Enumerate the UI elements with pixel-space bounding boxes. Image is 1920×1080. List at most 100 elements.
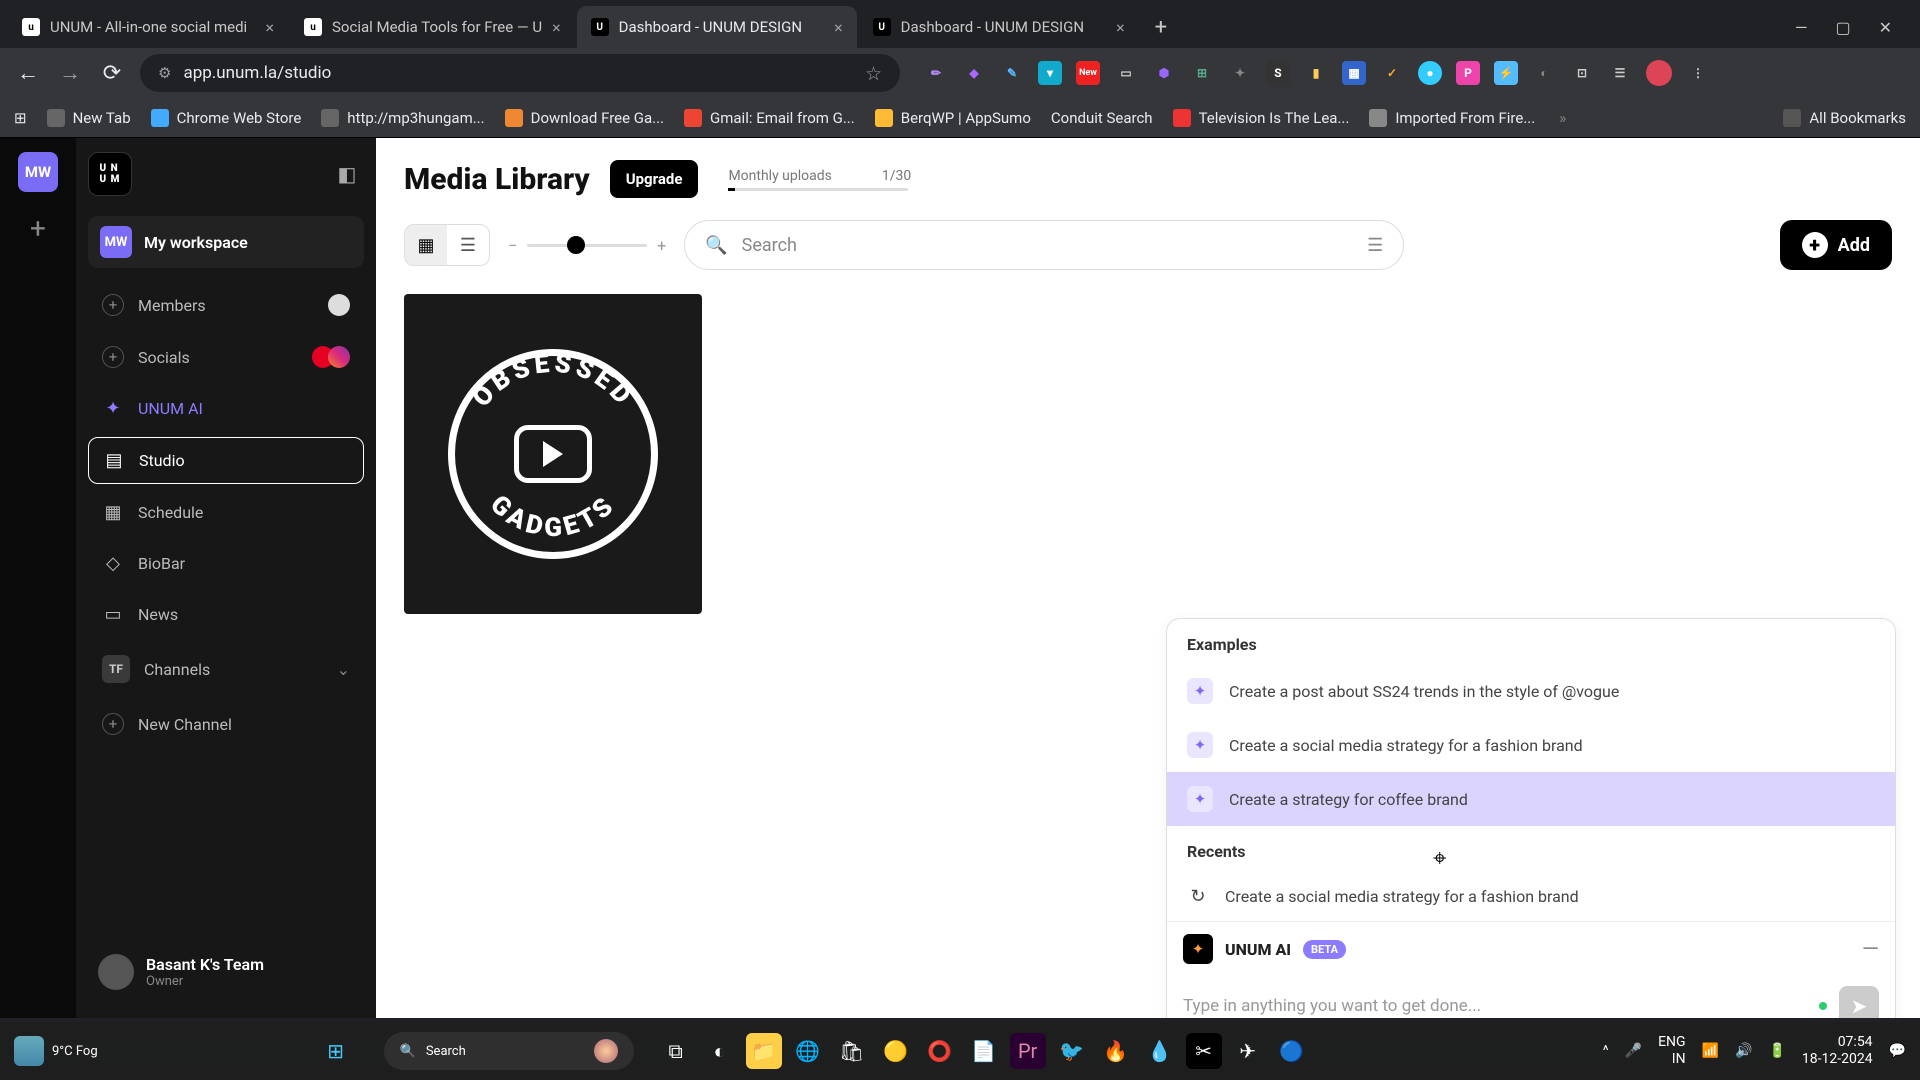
notifications-icon[interactable]: 💬: [1889, 1043, 1906, 1059]
tab-social-tools[interactable]: uSocial Media Tools for Free — U×: [290, 6, 575, 48]
app-icon[interactable]: 💧: [1142, 1033, 1178, 1069]
extension-icon[interactable]: P: [1456, 61, 1480, 85]
extension-icon[interactable]: ⬢: [1152, 61, 1176, 85]
microphone-icon[interactable]: 🎤: [1625, 1043, 1642, 1059]
bookmarks-overflow-icon[interactable]: »: [1559, 109, 1566, 127]
bookmark-item[interactable]: http://mp3hungam...: [321, 109, 484, 127]
bookmark-item[interactable]: Conduit Search: [1051, 109, 1153, 127]
tab-dashboard-active[interactable]: UDashboard - UNUM DESIGN×: [577, 6, 857, 48]
ai-example-item[interactable]: ✦Create a social media strategy for a fa…: [1167, 718, 1895, 772]
sidebar-item-schedule[interactable]: ▦ Schedule: [88, 490, 364, 535]
search-input[interactable]: 🔍 Search ☰: [684, 220, 1404, 270]
upgrade-button[interactable]: Upgrade: [610, 160, 699, 198]
task-view-icon[interactable]: ⧉: [658, 1033, 694, 1069]
team-footer[interactable]: Basant K's Team Owner: [88, 940, 364, 1004]
sidebar-item-members[interactable]: + Members: [88, 282, 364, 328]
sidebar-item-channels[interactable]: TF Channels ⌄: [88, 643, 364, 695]
url-input[interactable]: ⚙ app.unum.la/studio ☆: [140, 54, 900, 92]
battery-icon[interactable]: 🔋: [1768, 1043, 1785, 1059]
ai-input[interactable]: Type in anything you want to get done...: [1183, 996, 1807, 1016]
minimize-icon[interactable]: —: [1862, 937, 1879, 962]
extension-icon[interactable]: ✦: [1228, 61, 1252, 85]
notepad-icon[interactable]: 📄: [966, 1033, 1002, 1069]
reading-list-icon[interactable]: ☰: [1608, 61, 1632, 85]
new-tab-button[interactable]: +: [1141, 15, 1181, 40]
zoom-slider[interactable]: − +: [508, 236, 666, 255]
minimize-icon[interactable]: —: [1795, 18, 1808, 37]
chrome-icon[interactable]: 🔵: [1274, 1033, 1310, 1069]
collapse-sidebar-icon[interactable]: ◧: [330, 157, 364, 191]
edge-icon[interactable]: 🌐: [790, 1033, 826, 1069]
extension-icon[interactable]: ●: [1418, 61, 1442, 85]
wifi-icon[interactable]: 📶: [1702, 1043, 1719, 1059]
bookmark-item[interactable]: New Tab: [47, 109, 131, 127]
extension-icon[interactable]: ⊞: [1190, 61, 1214, 85]
send-button[interactable]: ➤: [1839, 986, 1879, 1018]
bookmark-item[interactable]: BerqWP | AppSumo: [875, 109, 1031, 127]
menu-icon[interactable]: ⋮: [1686, 61, 1710, 85]
zoom-thumb[interactable]: [567, 236, 585, 254]
maximize-icon[interactable]: ▢: [1835, 18, 1850, 37]
app-icon[interactable]: 🐦: [1054, 1033, 1090, 1069]
tab-unum-site[interactable]: uUNUM - All-in-one social medi×: [8, 6, 288, 48]
sidebar-item-unum-ai[interactable]: ✦ UNUM AI: [88, 386, 364, 431]
extension-icon[interactable]: ✏: [924, 61, 948, 85]
site-settings-icon[interactable]: ⚙: [158, 64, 171, 82]
sidebar-item-biobar[interactable]: ◇ BioBar: [88, 541, 364, 586]
bookmark-item[interactable]: Television Is The Lea...: [1173, 109, 1350, 127]
sidebar-item-studio[interactable]: ▤ Studio: [88, 437, 364, 484]
taskbar-search[interactable]: 🔍 Search: [384, 1032, 634, 1070]
all-bookmarks[interactable]: All Bookmarks: [1783, 109, 1906, 127]
extension-icon[interactable]: ▭: [1114, 61, 1138, 85]
unum-logo[interactable]: U NU M: [88, 152, 132, 196]
chrome-icon[interactable]: 🟡: [878, 1033, 914, 1069]
extension-icon[interactable]: ✓: [1380, 61, 1404, 85]
profile-avatar[interactable]: [1646, 60, 1672, 86]
bookmark-item[interactable]: Chrome Web Store: [151, 109, 302, 127]
start-button[interactable]: ⊞: [318, 1033, 354, 1069]
sidebar-item-socials[interactable]: + Socials: [88, 334, 364, 380]
bookmark-item[interactable]: Gmail: Email from G...: [684, 109, 855, 127]
add-workspace-button[interactable]: +: [30, 212, 46, 245]
extension-icon[interactable]: ▮: [1304, 61, 1328, 85]
list-view-button[interactable]: ☰: [447, 225, 489, 265]
clock[interactable]: 07:54 18-12-2024: [1802, 1034, 1873, 1068]
sidebar-item-new-channel[interactable]: + New Channel: [88, 701, 364, 747]
app-icon[interactable]: 🔥: [1098, 1033, 1134, 1069]
explorer-icon[interactable]: 📁: [746, 1033, 782, 1069]
close-icon[interactable]: ×: [552, 18, 561, 37]
bookmark-item[interactable]: Download Free Ga...: [505, 109, 664, 127]
premiere-icon[interactable]: Pr: [1010, 1033, 1046, 1069]
bookmark-star-icon[interactable]: ☆: [865, 62, 882, 85]
store-icon[interactable]: 🛍: [834, 1033, 870, 1069]
close-icon[interactable]: ×: [834, 18, 843, 37]
tray-chevron-icon[interactable]: ^: [1603, 1043, 1609, 1059]
volume-icon[interactable]: 🔊: [1735, 1043, 1752, 1059]
extension-icon[interactable]: S: [1266, 61, 1290, 85]
extension-icon[interactable]: ▾: [1038, 61, 1062, 85]
zoom-out-icon[interactable]: −: [508, 236, 517, 255]
zoom-in-icon[interactable]: +: [657, 236, 666, 255]
extension-icon[interactable]: ✎: [1000, 61, 1024, 85]
bookmark-item[interactable]: Imported From Fire...: [1369, 109, 1535, 127]
close-icon[interactable]: ×: [1116, 18, 1125, 37]
telegram-icon[interactable]: ✈: [1230, 1033, 1266, 1069]
sidebar-item-news[interactable]: ▭ News: [88, 592, 364, 637]
close-icon[interactable]: ×: [265, 18, 274, 37]
workspace-switcher[interactable]: MW: [18, 152, 58, 192]
grid-view-button[interactable]: ▦: [405, 225, 447, 265]
filter-icon[interactable]: ☰: [1367, 235, 1383, 256]
back-icon[interactable]: ←: [14, 60, 42, 86]
add-button[interactable]: + Add: [1780, 220, 1892, 270]
ai-example-item[interactable]: ✦Create a post about SS24 trends in the …: [1167, 664, 1895, 718]
obs-icon[interactable]: ⭕: [922, 1033, 958, 1069]
capcut-icon[interactable]: ✂: [1186, 1033, 1222, 1069]
extension-icon[interactable]: ▦: [1342, 61, 1366, 85]
forward-icon[interactable]: →: [56, 60, 84, 86]
weather-widget[interactable]: 9°C Fog: [14, 1036, 98, 1066]
extension-icon[interactable]: New: [1076, 61, 1100, 85]
extension-icon[interactable]: ◐: [1532, 61, 1556, 85]
ai-example-item[interactable]: ✦Create a strategy for coffee brand: [1167, 772, 1895, 826]
copilot-icon[interactable]: ◐: [702, 1033, 738, 1069]
workspace-selector[interactable]: MW My workspace: [88, 216, 364, 268]
